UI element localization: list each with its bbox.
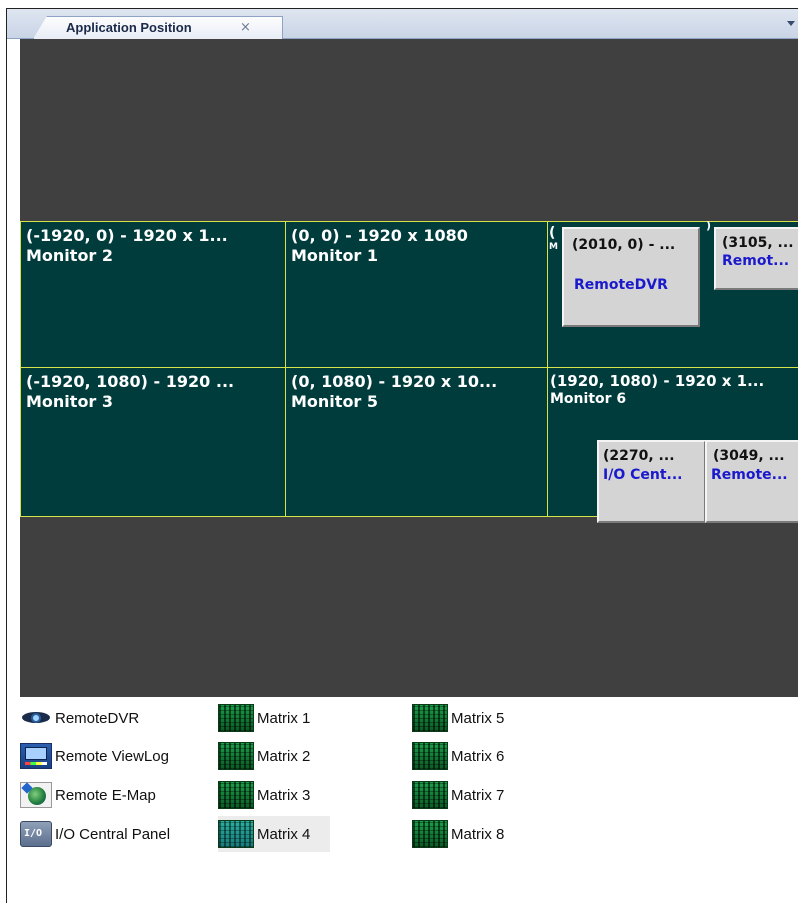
window-position: (2010, 0) - ... [572,237,676,253]
app-item-io-central-panel[interactable]: I/O I/O Central Panel [20,816,170,852]
app-item-label: I/O Central Panel [55,825,171,843]
matrix-item-6[interactable]: Matrix 6 [412,738,504,774]
window-name: Remote... [711,467,788,483]
monitor-name: Monitor 3 [26,392,114,411]
window-remotedvr[interactable]: (2010, 0) - ... RemoteDVR [562,227,700,327]
monitor-tile-3[interactable]: (-1920, 1080) - 1920 ... Monitor 3 [20,367,286,517]
window-position: (3105, ... [722,235,794,251]
monitor-resolution: (-1920, 1080) - 1920 ... [26,372,235,391]
window-name: Remot... [722,253,790,269]
matrix-icon [218,704,254,732]
matrix-icon [218,781,254,809]
matrix-icon [218,742,254,770]
monitor-name: Monitor 6 [550,391,627,407]
window-io-central[interactable]: (2270, ... I/O Cent... [597,440,706,523]
matrix-item-7[interactable]: Matrix 7 [412,777,504,813]
monitor-tile-2[interactable]: (-1920, 0) - 1920 x 1... Monitor 2 [20,221,286,368]
monitor-tile-1[interactable]: (0, 0) - 1920 x 1080 Monitor 1 [285,221,548,368]
matrix-label: Matrix 4 [257,825,311,843]
viewlog-icon [20,743,52,769]
window-position: (2270, ... [603,448,675,464]
tab-strip: Application Position × [7,9,798,39]
app-item-label: RemoteDVR [55,709,140,727]
tab-application-position[interactable]: Application Position × [33,16,283,39]
matrix-icon [412,820,448,848]
matrix-label: Matrix 5 [451,709,505,727]
matrix-item-1[interactable]: Matrix 1 [218,700,310,736]
app-item-remotedvr[interactable]: RemoteDVR [20,700,139,736]
matrix-label: Matrix 8 [451,825,505,843]
close-icon[interactable]: × [240,20,251,35]
monitor-resolution-fragment-end: ) [706,219,712,232]
matrix-item-3[interactable]: Matrix 3 [218,777,310,813]
matrix-item-8[interactable]: Matrix 8 [412,816,504,852]
monitor-name: Monitor 1 [291,246,379,265]
matrix-label: Matrix 3 [257,786,311,804]
monitor-resolution: (0, 1080) - 1920 x 10... [291,372,498,391]
monitor-name-fragment: M [549,242,558,252]
matrix-label: Matrix 7 [451,786,505,804]
matrix-icon [218,820,254,848]
matrix-label: Matrix 2 [257,747,311,765]
matrix-item-4[interactable]: Matrix 4 [218,816,331,852]
window-name: I/O Cent... [603,467,683,483]
monitor-resolution-fragment: ( [549,225,556,241]
monitor-tile-5[interactable]: (0, 1080) - 1920 x 10... Monitor 5 [285,367,548,517]
monitor-resolution: (-1920, 0) - 1920 x 1... [26,226,228,245]
monitor-layout-canvas[interactable]: (-1920, 0) - 1920 x 1... Monitor 2 (0, 0… [20,39,798,697]
window-name: RemoteDVR [574,277,668,293]
matrix-icon [412,704,448,732]
application-position-panel: Application Position × (-1920, 0) - 1920… [6,8,798,903]
window-remote-2[interactable]: (3049, ... Remote... [705,440,798,523]
matrix-icon [412,781,448,809]
application-list: RemoteDVR Remote ViewLog Remote E-Map I/… [20,697,798,852]
app-item-label: Remote ViewLog [55,747,169,765]
monitor-resolution: (1920, 1080) - 1920 x 1... [550,372,765,390]
tab-label: Application Position [66,20,192,35]
monitor-name: Monitor 2 [26,246,114,265]
eye-icon [20,705,52,731]
matrix-label: Matrix 1 [257,709,311,727]
window-remote-1[interactable]: (3105, ... Remot... [714,227,798,290]
monitor-resolution: (0, 0) - 1920 x 1080 [291,226,468,245]
window-position: (3049, ... [713,448,785,464]
matrix-label: Matrix 6 [451,747,505,765]
monitor-name: Monitor 5 [291,392,379,411]
chevron-down-icon[interactable] [787,21,795,26]
emap-icon [20,782,52,808]
app-item-remote-emap[interactable]: Remote E-Map [20,777,156,813]
app-item-label: Remote E-Map [55,786,156,804]
app-item-remote-viewlog[interactable]: Remote ViewLog [20,738,169,774]
matrix-icon [412,742,448,770]
matrix-item-5[interactable]: Matrix 5 [412,700,504,736]
io-panel-icon: I/O [20,821,52,847]
matrix-item-2[interactable]: Matrix 2 [218,738,310,774]
